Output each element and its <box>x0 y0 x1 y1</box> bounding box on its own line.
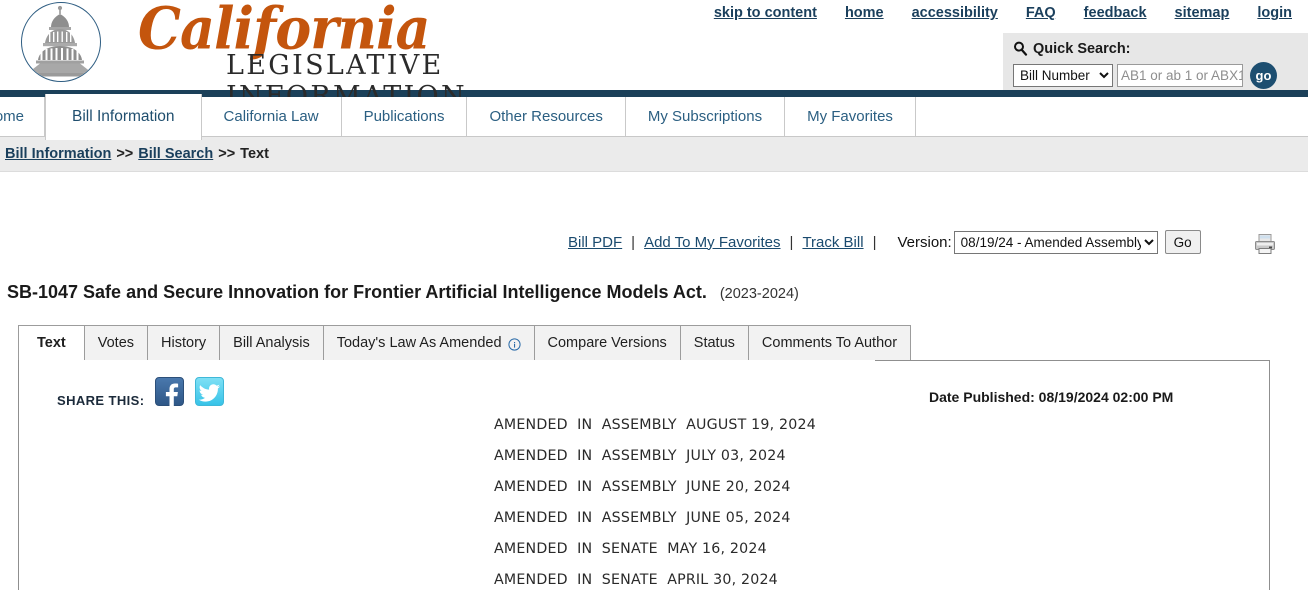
skip-to-content-link[interactable]: skip to content <box>700 5 831 21</box>
amendment-line: AMENDED IN ASSEMBLY JUNE 20, 2024 <box>494 479 791 495</box>
capitol-dome-icon <box>21 2 101 82</box>
date-published: Date Published: 08/19/2024 02:00 PM <box>929 389 1174 405</box>
nav-tab-my-subscriptions[interactable]: My Subscriptions <box>625 97 786 136</box>
accessibility-link[interactable]: accessibility <box>898 5 1012 21</box>
nav-tab-california-law[interactable]: California Law <box>201 97 342 136</box>
breadcrumb-bill-information[interactable]: Bill Information <box>5 146 111 162</box>
share-label: SHARE THIS: <box>57 393 145 408</box>
quick-search-label: Quick Search: <box>1033 40 1131 57</box>
info-icon[interactable] <box>507 337 521 351</box>
version-select[interactable]: 08/19/24 - Amended Assembly <box>953 230 1158 254</box>
amendment-line: AMENDED IN ASSEMBLY JUNE 05, 2024 <box>494 510 791 526</box>
amendment-history: AMENDED IN ASSEMBLY AUGUST 19, 2024 AMEN… <box>494 410 816 590</box>
nav-tab-other-resources[interactable]: Other Resources <box>467 97 626 136</box>
utility-links: skip to content home accessibility FAQ f… <box>700 5 1298 21</box>
main-navigation: Home Bill Information California Law Pub… <box>0 94 1308 140</box>
login-link[interactable]: login <box>1243 5 1298 21</box>
version-label: Version: <box>897 233 952 251</box>
quick-search-input[interactable] <box>1117 64 1243 87</box>
action-separator: | <box>872 233 877 251</box>
amendment-line: AMENDED IN SENATE APRIL 30, 2024 <box>494 572 778 588</box>
quick-search-type-select[interactable]: Bill Number <box>1013 64 1113 87</box>
nav-tab-bill-information[interactable]: Bill Information <box>45 94 202 140</box>
tab-compare-versions[interactable]: Compare Versions <box>534 325 681 361</box>
bill-pdf-link[interactable]: Bill PDF <box>568 234 622 251</box>
feedback-link[interactable]: feedback <box>1070 5 1161 21</box>
facebook-share-icon[interactable] <box>155 377 185 407</box>
nav-tab-my-favorites[interactable]: My Favorites <box>785 97 916 136</box>
bill-text-panel: SHARE THIS: Date Published: 08/19/2024 0… <box>18 360 1270 590</box>
breadcrumb-separator: >> <box>218 146 236 162</box>
amendment-line: AMENDED IN ASSEMBLY AUGUST 19, 2024 <box>494 417 816 433</box>
bill-title-text: SB-1047 Safe and Secure Innovation for F… <box>7 282 707 302</box>
tab-todays-law-label: Today's Law As Amended <box>336 335 502 351</box>
tab-bill-analysis[interactable]: Bill Analysis <box>220 325 324 361</box>
action-separator: | <box>631 233 636 251</box>
nav-tab-publications[interactable]: Publications <box>341 97 468 136</box>
site-header: California LEGISLATIVE INFORMATION skip … <box>0 0 1308 112</box>
panel-top-border <box>875 360 1269 361</box>
quick-search-box: Quick Search: Bill Number go <box>1003 33 1308 90</box>
add-to-favorites-link[interactable]: Add To My Favorites <box>644 234 780 251</box>
tab-text[interactable]: Text <box>18 325 85 361</box>
tab-history[interactable]: History <box>148 325 221 361</box>
nav-tab-home[interactable]: Home <box>0 97 46 136</box>
breadcrumb-current: Text <box>240 146 269 162</box>
bill-content-tabs: Text Votes History Bill Analysis Today's… <box>18 325 912 361</box>
share-section: SHARE THIS: <box>57 375 225 408</box>
bill-session-years: (2023-2024) <box>719 286 799 302</box>
amendment-line: AMENDED IN SENATE MAY 16, 2024 <box>494 541 767 557</box>
twitter-share-icon[interactable] <box>195 377 225 406</box>
tab-status[interactable]: Status <box>680 325 749 361</box>
breadcrumb-separator: >> <box>116 146 134 162</box>
tab-votes[interactable]: Votes <box>84 325 149 361</box>
breadcrumb-bill-search[interactable]: Bill Search <box>138 146 213 162</box>
site-logo[interactable] <box>18 0 104 88</box>
amendment-line: AMENDED IN ASSEMBLY JULY 03, 2024 <box>494 448 786 464</box>
tab-comments-to-author[interactable]: Comments To Author <box>748 325 912 361</box>
quick-search-title: Quick Search: <box>1013 38 1300 59</box>
home-link[interactable]: home <box>831 5 898 21</box>
bill-title: SB-1047 Safe and Secure Innovation for F… <box>0 282 1308 303</box>
faq-link[interactable]: FAQ <box>1012 5 1070 21</box>
breadcrumb: Bill Information >> Bill Search >> Text <box>0 137 1308 172</box>
track-bill-link[interactable]: Track Bill <box>802 234 863 251</box>
sitemap-link[interactable]: sitemap <box>1161 5 1244 21</box>
printer-icon[interactable] <box>1253 232 1277 256</box>
version-go-button[interactable]: Go <box>1164 230 1201 254</box>
bill-action-bar: Bill PDF | Add To My Favorites | Track B… <box>0 230 1308 272</box>
site-wordmark[interactable]: California LEGISLATIVE INFORMATION <box>118 0 618 112</box>
quick-search-go-button[interactable]: go <box>1250 62 1277 89</box>
magnifier-icon <box>1013 41 1028 56</box>
action-separator: | <box>789 233 794 251</box>
tab-todays-law-as-amended[interactable]: Today's Law As Amended <box>323 325 535 361</box>
